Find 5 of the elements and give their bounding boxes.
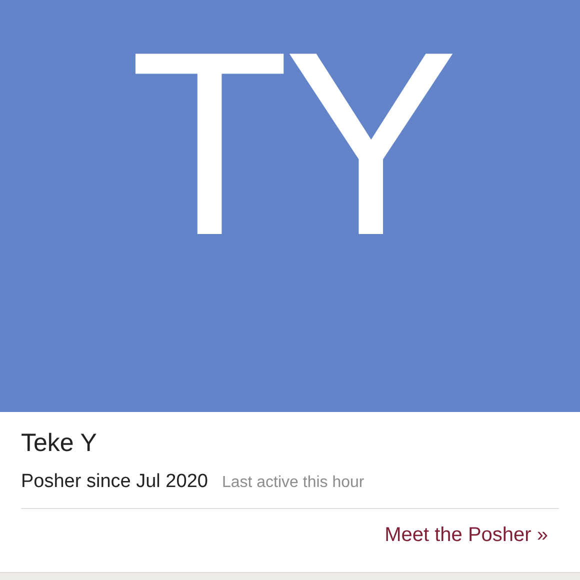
- last-active: Last active this hour: [222, 474, 364, 492]
- member-since: Posher since Jul 2020: [21, 471, 208, 493]
- user-name: Teke Y: [21, 429, 97, 458]
- avatar-initials: TY: [130, 13, 452, 275]
- meet-posher-link[interactable]: Meet the Posher »: [384, 524, 548, 547]
